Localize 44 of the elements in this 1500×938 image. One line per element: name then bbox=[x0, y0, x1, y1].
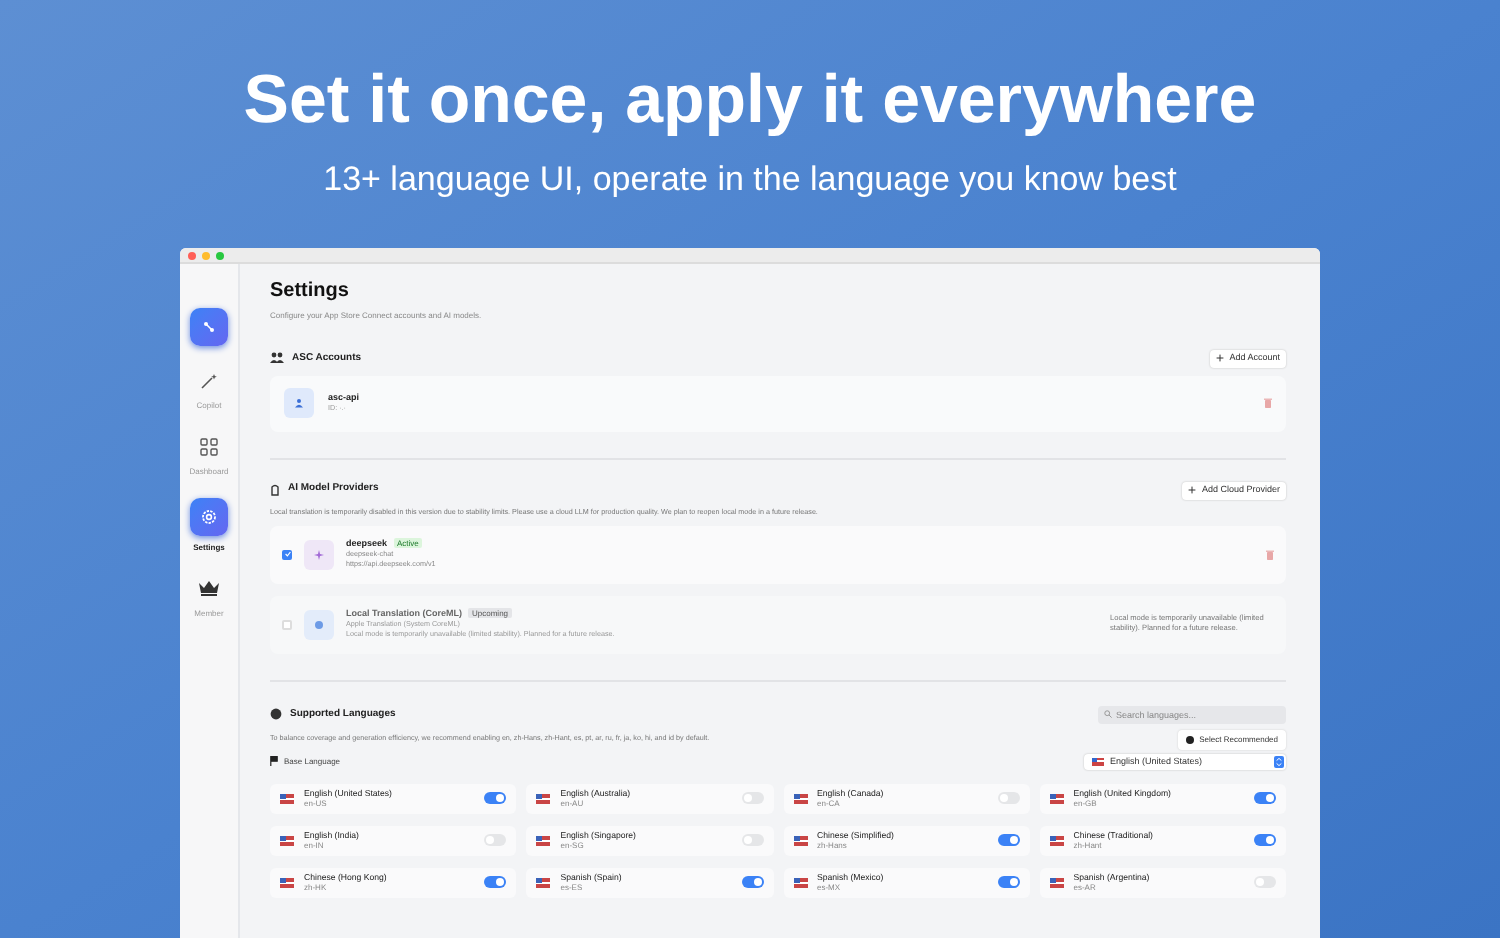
plus-icon bbox=[1215, 354, 1224, 363]
gear-icon[interactable] bbox=[190, 498, 228, 536]
flag-icon bbox=[1049, 793, 1064, 804]
user-icon bbox=[284, 388, 314, 419]
search-icon bbox=[1104, 710, 1112, 719]
flag-icon bbox=[793, 877, 807, 888]
sparkle-icon bbox=[304, 539, 334, 570]
chevron-updown-icon bbox=[1274, 755, 1284, 768]
zoom-icon[interactable] bbox=[216, 251, 224, 259]
flag-icon bbox=[280, 877, 294, 888]
toggle-switch[interactable] bbox=[997, 792, 1020, 805]
delete-icon[interactable] bbox=[1264, 398, 1272, 409]
flag-icon bbox=[1049, 877, 1064, 888]
people-icon bbox=[270, 352, 284, 365]
flag-icon bbox=[793, 835, 807, 846]
toggle-switch[interactable] bbox=[741, 876, 763, 889]
flag-icon bbox=[536, 793, 551, 804]
chip-icon bbox=[304, 609, 334, 640]
flag-icon bbox=[536, 835, 551, 846]
toggle-switch[interactable] bbox=[1254, 876, 1276, 889]
flag-icon bbox=[1049, 835, 1064, 846]
toggle-switch[interactable] bbox=[484, 834, 507, 847]
flag-icon bbox=[280, 793, 294, 804]
close-icon[interactable] bbox=[188, 251, 196, 259]
headline: Set it once, apply it everywhere bbox=[243, 60, 1257, 140]
flag-icon bbox=[280, 835, 294, 846]
page-title: Settings bbox=[270, 280, 351, 304]
toggle-switch[interactable] bbox=[741, 792, 763, 805]
minimize-icon[interactable] bbox=[202, 251, 210, 259]
toggle-switch[interactable] bbox=[997, 876, 1020, 889]
flag-icon bbox=[793, 793, 807, 804]
plus-icon bbox=[1187, 486, 1196, 495]
subheadline: 13+ language UI, operate in the language you know best bbox=[323, 160, 1177, 200]
flag-icon bbox=[1092, 757, 1104, 766]
delete-icon[interactable] bbox=[1266, 549, 1274, 560]
app-logo-icon[interactable] bbox=[190, 308, 228, 346]
toggle-switch[interactable] bbox=[1254, 792, 1276, 805]
toggle-switch[interactable] bbox=[997, 834, 1020, 847]
toggle-switch[interactable] bbox=[1254, 834, 1276, 847]
flag-icon bbox=[536, 877, 551, 888]
flag-icon bbox=[270, 756, 278, 767]
toggle-switch[interactable] bbox=[741, 834, 763, 847]
toggle-switch[interactable] bbox=[484, 876, 507, 889]
toggle-switch[interactable] bbox=[484, 792, 507, 805]
